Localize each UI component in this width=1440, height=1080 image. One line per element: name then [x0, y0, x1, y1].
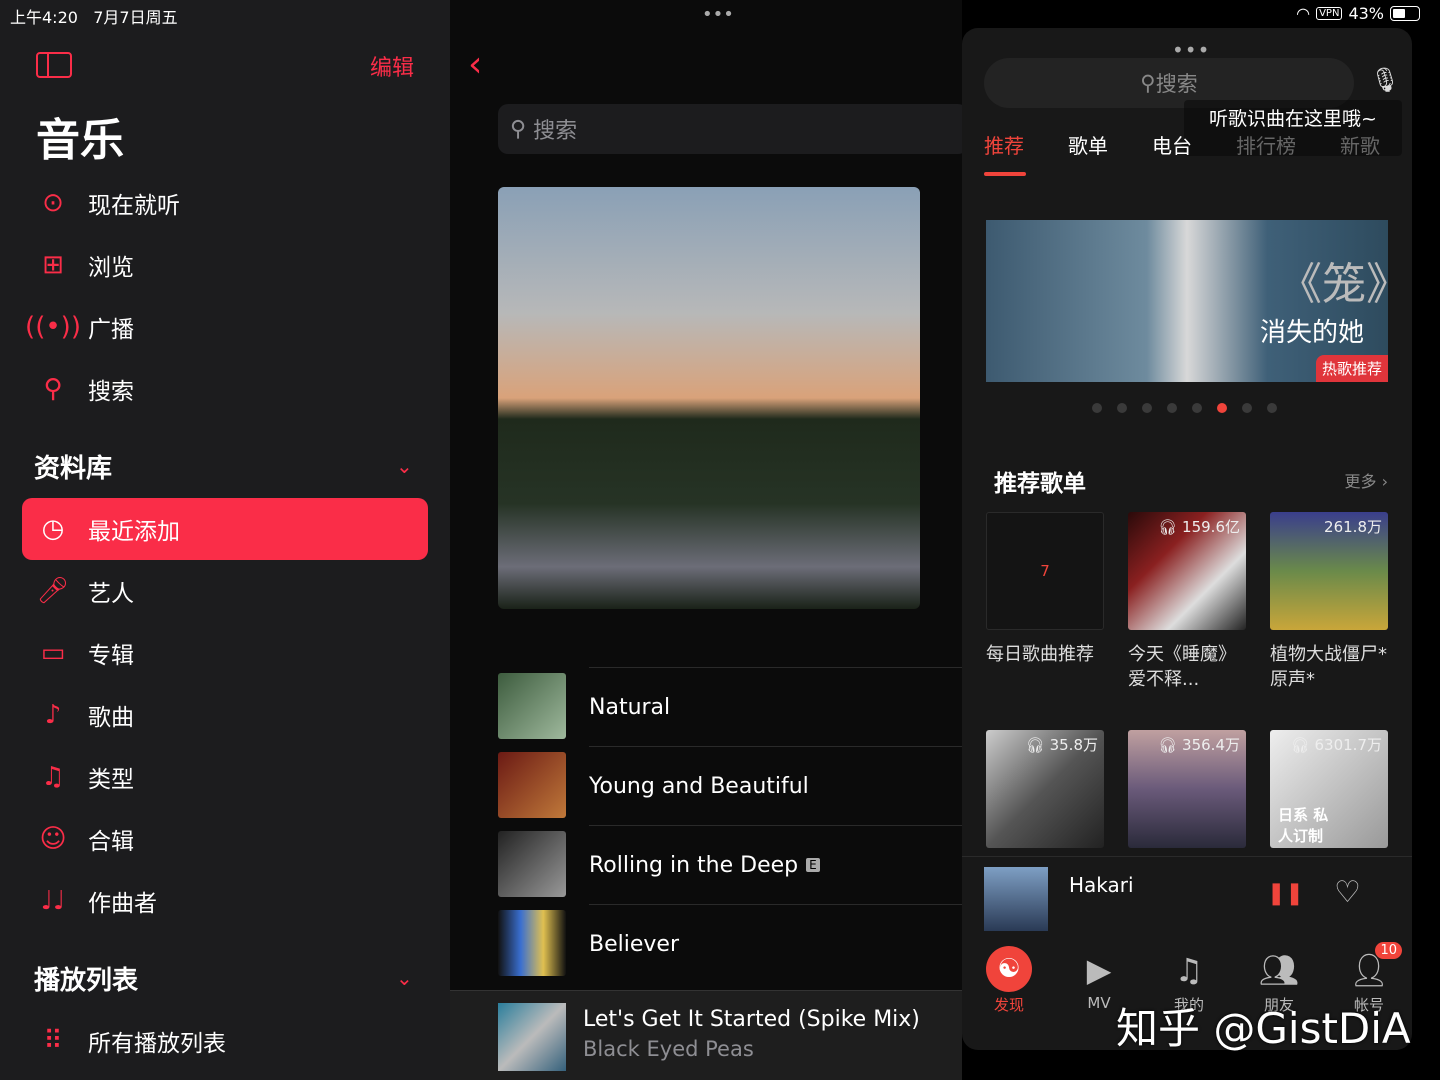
- compilation-icon: ☺: [39, 824, 67, 854]
- page-title: 音乐: [36, 115, 124, 166]
- netease-slide-over: ••• ⚲搜索 🎙︎ 听歌识曲在这里哦~ 推荐 歌单 电台 排行榜 新歌 《笼》…: [962, 28, 1412, 1050]
- clock-icon: ◷: [41, 514, 65, 544]
- tab-discover[interactable]: ☯ 发现: [974, 946, 1044, 1015]
- pause-button[interactable]: ❚❚: [1267, 881, 1304, 906]
- grid-icon: ⊞: [42, 250, 64, 280]
- grid-icon: ⠿: [43, 1026, 63, 1056]
- playlist-card[interactable]: 7 每日歌曲推荐: [986, 512, 1104, 667]
- playlist-card[interactable]: 🎧︎ 356.4万: [1128, 730, 1246, 848]
- sidebar-item-search[interactable]: ⚲ 搜索: [22, 358, 428, 420]
- now-playing-title: Hakari: [1069, 873, 1134, 897]
- microphone-icon: 🎤︎: [36, 576, 70, 606]
- music-note-icon: ♫: [1174, 951, 1204, 989]
- sidebar-item-all-playlists[interactable]: ⠿ 所有播放列表: [22, 1010, 428, 1072]
- search-icon: ⚲: [1140, 71, 1156, 95]
- sidebar-item-artists[interactable]: 🎤︎ 艺人: [22, 560, 428, 622]
- explicit-badge: E: [806, 858, 820, 872]
- now-playing-title: Let's Get It Started (Spike Mix): [583, 1007, 920, 1032]
- song-row[interactable]: Natural: [498, 667, 968, 746]
- composer-icon: ♩♩: [40, 886, 66, 916]
- video-icon: ▶: [1086, 951, 1112, 989]
- active-tab-indicator: [984, 172, 1026, 176]
- sidebar-item-browse[interactable]: ⊞ 浏览: [22, 234, 428, 296]
- edit-button[interactable]: 编辑: [370, 50, 414, 82]
- sidebar: 编辑 音乐 ⊙ 现在就听 ⊞ 浏览 ((•)) 广播 ⚲ 搜索 资料库 ⌄ ◷ 最近添加 …: [0, 0, 450, 1080]
- playlist-card[interactable]: 🎧︎ 6301.7万 日系 私人订制: [1270, 730, 1388, 848]
- status-date: 7月7日周五: [93, 8, 178, 27]
- playlists-heading: 播放列表: [34, 966, 139, 996]
- playlist-card[interactable]: 🎧︎ 35.8万: [986, 730, 1104, 848]
- pager-dot[interactable]: [1217, 403, 1227, 413]
- heart-icon[interactable]: ♡: [1334, 875, 1361, 910]
- banner[interactable]: 《笼》 消失的她 热歌推荐: [986, 220, 1388, 382]
- watermark: 知乎 @GistDiA: [1116, 1004, 1411, 1053]
- album-thumb: [498, 673, 566, 739]
- notification-badge: 10: [1375, 942, 1402, 959]
- more-link[interactable]: 更多 ›: [1345, 468, 1389, 492]
- mini-player[interactable]: Let's Get It Started (Spike Mix) Black E…: [450, 990, 962, 1080]
- genre-icon: ♫: [41, 762, 65, 792]
- song-row[interactable]: Rolling in the Deep E: [498, 825, 968, 904]
- song-row[interactable]: Believer: [498, 904, 968, 983]
- sidebar-item-albums[interactable]: ▭ 专辑: [22, 622, 428, 684]
- tab-new-songs[interactable]: 新歌: [1340, 130, 1380, 159]
- wifi-icon: ◠: [1296, 4, 1311, 23]
- battery-icon: [1390, 6, 1420, 21]
- radio-icon: ((•)): [25, 312, 81, 342]
- netease-logo-icon: ☯: [986, 946, 1032, 992]
- album-thumb: [498, 752, 566, 818]
- tab-playlists[interactable]: 歌单: [1068, 130, 1108, 159]
- search-icon: ⚲: [43, 374, 63, 404]
- status-bar: 上午4:20 7月7日周五 ◠ VPN 43%: [0, 0, 1440, 28]
- search-icon: ⚲: [510, 116, 534, 142]
- song-recognition-icon[interactable]: 🎙︎: [1370, 66, 1400, 94]
- pager-dot[interactable]: [1142, 403, 1152, 413]
- sidebar-item-composers[interactable]: ♩♩ 作曲者: [22, 870, 428, 932]
- album-artwork: [498, 187, 920, 609]
- pager-dot[interactable]: [1267, 403, 1277, 413]
- sidebar-item-recently-added[interactable]: ◷ 最近添加: [22, 498, 428, 560]
- album-thumb: [498, 831, 566, 897]
- chevron-down-icon[interactable]: ⌄: [396, 966, 413, 990]
- song-row[interactable]: Young and Beautiful: [498, 746, 968, 825]
- tab-bar: 推荐 歌单 电台 排行榜 新歌: [984, 130, 1380, 159]
- note-icon: ♪: [44, 700, 62, 730]
- sidebar-item-compilations[interactable]: ☺ 合辑: [22, 808, 428, 870]
- banner-pager: [1092, 403, 1277, 413]
- album-thumb: [984, 867, 1048, 931]
- status-time: 上午4:20: [10, 8, 78, 27]
- pager-dot[interactable]: [1167, 403, 1177, 413]
- album-thumb: [498, 910, 566, 976]
- vpn-badge: VPN: [1316, 7, 1343, 20]
- main-content: ••• ‹ ⚲ 搜索 Natural Young and Beautiful R…: [450, 0, 968, 1080]
- search-input[interactable]: ⚲ 搜索: [498, 104, 968, 154]
- now-playing-artist: Black Eyed Peas: [583, 1037, 754, 1061]
- tab-charts[interactable]: 排行榜: [1236, 130, 1296, 159]
- back-button[interactable]: ‹: [468, 44, 482, 85]
- section-title: 推荐歌单: [994, 471, 1086, 497]
- banner-tag: 热歌推荐: [1315, 355, 1388, 382]
- pager-dot[interactable]: [1092, 403, 1102, 413]
- friends-icon: 👥︎: [1258, 951, 1300, 989]
- chevron-down-icon[interactable]: ⌄: [396, 454, 413, 478]
- battery-percent: 43%: [1348, 4, 1384, 23]
- library-heading: 资料库: [34, 454, 113, 484]
- pager-dot[interactable]: [1117, 403, 1127, 413]
- playlist-card[interactable]: 🎧︎ 159.6亿 今天《睡魔》爱不释...: [1128, 512, 1246, 692]
- sidebar-toggle-icon[interactable]: [36, 52, 72, 78]
- play-circle-icon: ⊙: [42, 188, 64, 218]
- pager-dot[interactable]: [1192, 403, 1202, 413]
- sidebar-item-genres[interactable]: ♫ 类型: [22, 746, 428, 808]
- pager-dot[interactable]: [1242, 403, 1252, 413]
- tab-radio[interactable]: 电台: [1152, 130, 1192, 159]
- album-thumb: [498, 1003, 566, 1071]
- sidebar-item-listen-now[interactable]: ⊙ 现在就听: [22, 172, 428, 234]
- sidebar-item-radio[interactable]: ((•)) 广播: [22, 296, 428, 358]
- sidebar-item-songs[interactable]: ♪ 歌曲: [22, 684, 428, 746]
- playlist-card[interactable]: 261.8万 植物大战僵尸*原声*: [1270, 512, 1388, 692]
- tab-recommend[interactable]: 推荐: [984, 130, 1024, 159]
- album-icon: ▭: [40, 638, 66, 668]
- mini-player[interactable]: Hakari ❚❚ ♡: [962, 856, 1412, 936]
